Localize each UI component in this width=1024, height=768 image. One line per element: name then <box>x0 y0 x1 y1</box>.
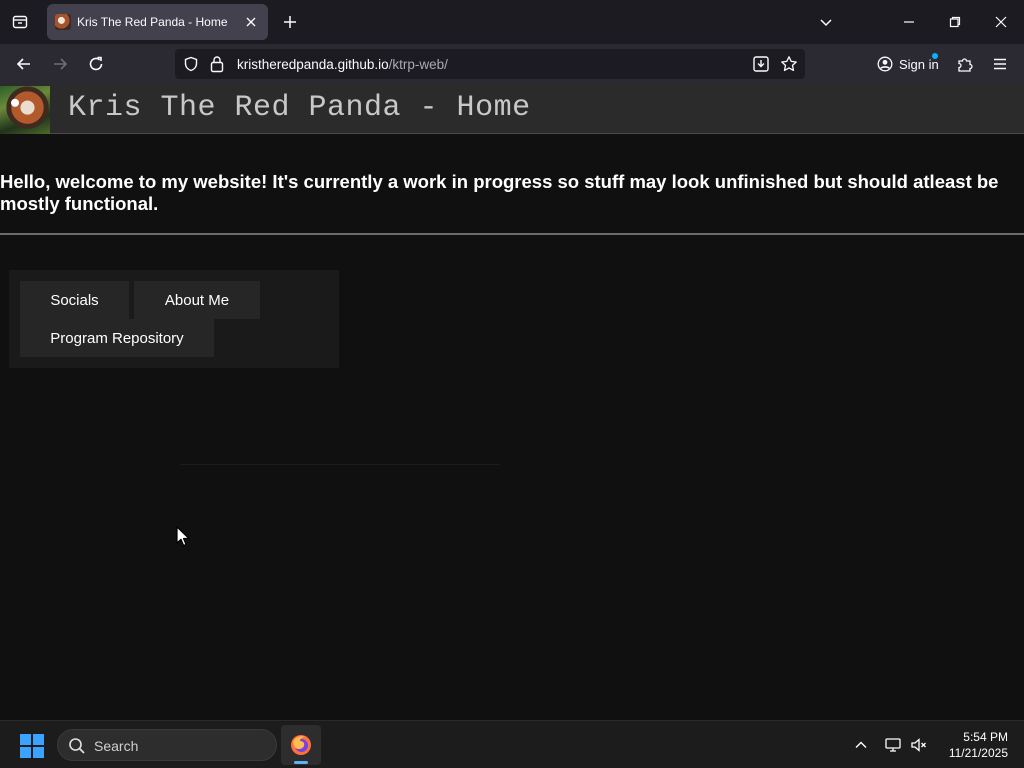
page-viewport: Kris The Red Panda - Home Hello, welcome… <box>0 84 1024 720</box>
sign-in-button[interactable]: Sign in <box>869 50 943 78</box>
system-clock[interactable]: 5:54 PM 11/21/2025 <box>940 729 1008 761</box>
clock-date: 11/21/2025 <box>948 746 1008 760</box>
save-to-pocket-download-icon[interactable] <box>751 54 771 74</box>
browser-tab-bar: Kris The Red Panda - Home <box>0 0 1024 44</box>
search-icon <box>69 738 85 754</box>
volume-muted-icon[interactable] <box>909 735 929 755</box>
list-all-tabs-chevron-icon[interactable] <box>811 7 841 37</box>
account-icon <box>877 56 893 72</box>
nav-link-program-repository[interactable]: Program Repository <box>20 319 214 357</box>
mouse-pointer-icon <box>176 526 190 547</box>
forward-arrow-icon[interactable] <box>46 50 74 78</box>
windows-start-icon[interactable] <box>20 734 44 758</box>
taskbar-search-box[interactable]: Search <box>57 729 277 761</box>
url-text[interactable]: kristheredpanda.github.io/ktrp-web/ <box>237 57 448 72</box>
nav-link-socials[interactable]: Socials <box>20 281 129 319</box>
minimize-icon[interactable] <box>894 7 924 37</box>
red-panda-logo <box>0 86 50 134</box>
url-host: kristheredpanda.github.io <box>237 57 389 72</box>
browser-tab-active[interactable]: Kris The Red Panda - Home <box>47 4 268 40</box>
site-header: Kris The Red Panda - Home <box>0 84 1024 134</box>
divider <box>0 233 1024 235</box>
address-bar[interactable]: kristheredpanda.github.io/ktrp-web/ <box>175 49 805 79</box>
firefox-icon <box>291 735 311 755</box>
firefox-taskbar-button[interactable] <box>281 725 321 765</box>
bookmark-star-icon[interactable] <box>779 54 799 74</box>
site-nav-panel: Socials About Me Program Repository <box>9 270 339 368</box>
extensions-puzzle-icon[interactable] <box>951 50 979 78</box>
menu-hamburger-icon[interactable] <box>986 50 1014 78</box>
nav-link-about-me[interactable]: About Me <box>134 281 260 319</box>
active-app-indicator <box>294 761 308 764</box>
browser-nav-toolbar: kristheredpanda.github.io/ktrp-web/ Sign… <box>0 44 1024 84</box>
notification-dot <box>932 53 938 59</box>
tab-title: Kris The Red Panda - Home <box>77 15 228 29</box>
restore-icon[interactable] <box>940 7 970 37</box>
faint-divider <box>180 464 500 465</box>
sign-in-label: Sign in <box>899 56 939 72</box>
page-title: Kris The Red Panda - Home <box>68 91 531 125</box>
reload-icon[interactable] <box>82 50 110 78</box>
welcome-message: Hello, welcome to my website! It's curre… <box>0 171 999 214</box>
show-hidden-icons-chevron-icon[interactable] <box>851 735 871 755</box>
close-tab-icon[interactable] <box>242 13 260 31</box>
clock-time: 5:54 PM <box>963 730 1008 744</box>
close-window-icon[interactable] <box>986 7 1016 37</box>
new-tab-icon[interactable] <box>277 9 303 35</box>
tracking-protection-shield-icon[interactable] <box>183 56 199 77</box>
network-icon[interactable] <box>883 735 903 755</box>
tab-list-icon[interactable] <box>6 8 34 36</box>
search-label: Search <box>94 738 139 754</box>
back-arrow-icon[interactable] <box>10 50 38 78</box>
lock-icon[interactable] <box>209 55 225 78</box>
site-favicon-icon <box>55 14 71 30</box>
url-path: /ktrp-web/ <box>388 57 448 72</box>
windows-taskbar: Search 5:54 PM 11/21/2025 <box>0 720 1024 768</box>
